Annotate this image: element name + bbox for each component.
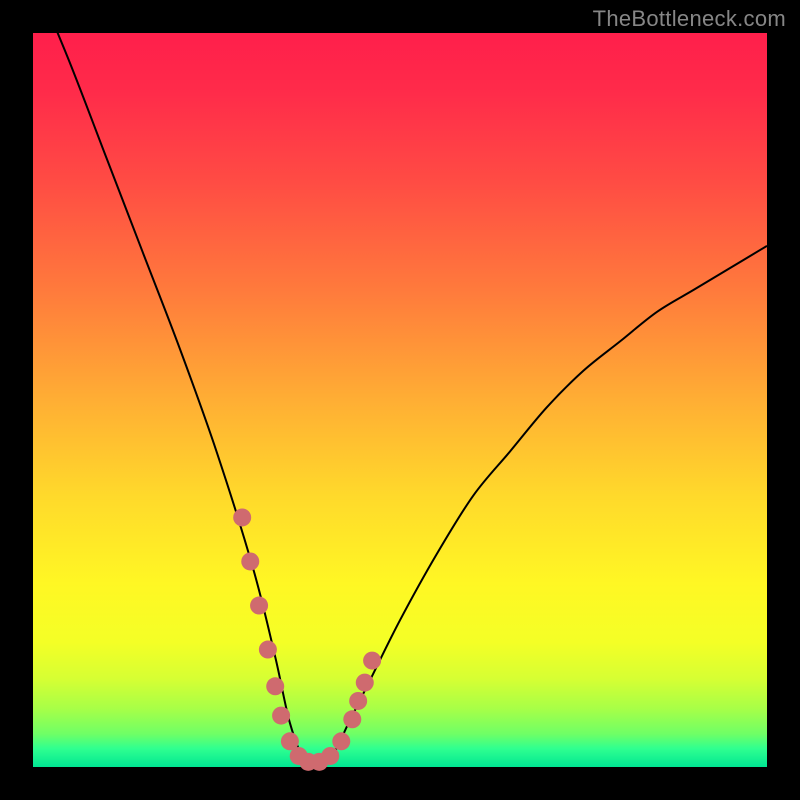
highlight-dot <box>343 710 361 728</box>
plot-background <box>33 33 767 767</box>
watermark-text: TheBottleneck.com <box>593 6 786 32</box>
highlight-dot <box>250 597 268 615</box>
bottleneck-chart <box>0 0 800 800</box>
highlight-dot <box>241 552 259 570</box>
highlight-dot <box>259 641 277 659</box>
highlight-dot <box>272 707 290 725</box>
highlight-dot <box>266 677 284 695</box>
highlight-dot <box>356 674 374 692</box>
highlight-dot <box>363 652 381 670</box>
highlight-dot <box>332 732 350 750</box>
highlight-dot <box>233 508 251 526</box>
chart-frame: TheBottleneck.com <box>0 0 800 800</box>
highlight-dot <box>349 692 367 710</box>
highlight-dot <box>321 747 339 765</box>
